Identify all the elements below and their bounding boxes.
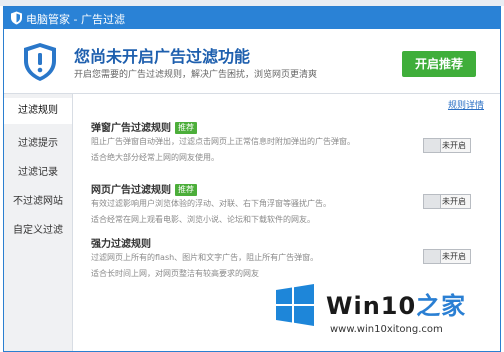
- toggle-state: 未开启: [442, 252, 466, 261]
- toggle-knob: [424, 139, 441, 152]
- rule-description: 有效过滤影响用户浏览体验的浮动、对联、右下角浮窗等骚扰广告。: [91, 199, 331, 208]
- watermark-brand-text: Win10: [326, 292, 417, 320]
- windows-logo-icon: [276, 284, 314, 326]
- toggle-state: 未开启: [442, 197, 466, 206]
- rule-description: 适合经常在网上观看电影、浏览小说、论坛和下载软件的网友。: [91, 215, 315, 224]
- toggle-state: 未开启: [442, 141, 466, 150]
- status-subtitle: 开启您需要的广告过滤规则，解决广告困扰，浏览网页更清爽: [74, 70, 318, 80]
- watermark-url: www.win10xitong.com: [330, 324, 443, 335]
- rule-description: 阻止广告弹窗自动弹出，过滤点击网页上正常信息时附加弹出的广告弹窗。: [91, 137, 355, 146]
- toggle-knob: [424, 195, 441, 208]
- rule-description: 适合绝大部分经常上网的网友使用。: [91, 153, 219, 162]
- strong-rule-toggle[interactable]: 未开启: [423, 249, 471, 264]
- watermark-brand: Win10之家: [326, 286, 466, 321]
- win10-watermark: Win10之家 www.win10xitong.com: [268, 280, 500, 348]
- status-title: 您尚未开启广告过滤功能: [74, 47, 251, 66]
- rule-details-link[interactable]: 规则详情: [448, 98, 484, 111]
- sidebar-item-filter-rules[interactable]: 过滤规则: [4, 98, 72, 124]
- rule-title-text: 强力过滤规则: [91, 239, 151, 250]
- sidebar-item-custom-filter[interactable]: 自定义过滤: [4, 218, 72, 244]
- sidebar: 过滤规则 过滤提示 过滤记录 不过滤网站 自定义过滤: [4, 94, 73, 351]
- watermark-brand-zh: 之家: [416, 292, 467, 320]
- sidebar-item-excluded-sites[interactable]: 不过滤网站: [4, 189, 72, 215]
- webpage-rule-toggle[interactable]: 未开启: [423, 194, 471, 209]
- title-bar[interactable]: 电脑管家 - 广告过滤: [4, 7, 500, 29]
- status-header: 您尚未开启广告过滤功能 开启您需要的广告过滤规则，解决广告困扰，浏览网页更清爽 …: [4, 29, 500, 94]
- rule-title: 网页广告过滤规则 推荐: [91, 181, 197, 196]
- popup-rule-toggle[interactable]: 未开启: [423, 138, 471, 153]
- guard-shield-icon: [11, 11, 22, 25]
- toggle-knob: [424, 250, 441, 263]
- window-title: 电脑管家 - 广告过滤: [26, 13, 125, 26]
- recommend-badge: 推荐: [175, 184, 197, 196]
- sidebar-item-filter-log[interactable]: 过滤记录: [4, 160, 72, 186]
- rule-title-text: 网页广告过滤规则: [91, 185, 171, 196]
- rule-title: 弹窗广告过滤规则 推荐: [91, 119, 197, 134]
- rule-description: 过滤网页上所有的flash、图片和文字广告，阻止所有广告弹窗。: [91, 253, 319, 262]
- rule-description: 适合长时间上网，对网页整洁有较高要求的网友: [91, 269, 259, 278]
- rule-title: 强力过滤规则: [91, 235, 151, 250]
- sidebar-item-filter-tips[interactable]: 过滤提示: [4, 131, 72, 157]
- recommend-badge: 推荐: [175, 122, 197, 134]
- rule-title-text: 弹窗广告过滤规则: [91, 123, 171, 134]
- enable-recommended-button[interactable]: 开启推荐: [402, 51, 476, 77]
- ad-filter-shield-icon: [24, 43, 56, 81]
